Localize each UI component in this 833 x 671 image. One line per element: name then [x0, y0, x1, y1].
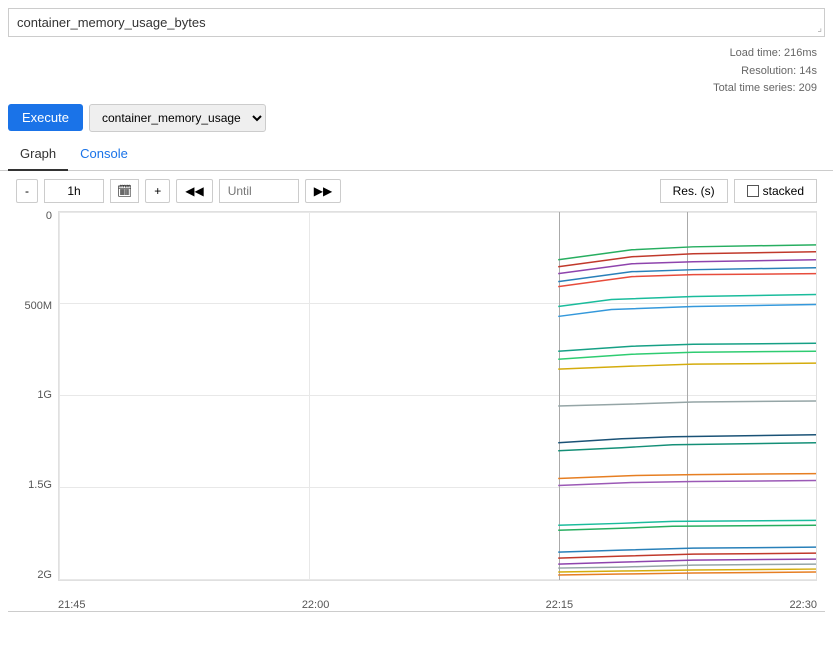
calendar-button[interactable]: 🗓 — [110, 179, 139, 203]
y-axis: 2G 1.5G 1G 500M 0 — [8, 211, 58, 581]
chart-area: 2G 1.5G 1G 500M 0 — [8, 211, 825, 611]
resolution-button[interactable]: Res. (s) — [660, 179, 728, 203]
y-label-500m: 500M — [24, 301, 52, 312]
stacked-icon — [747, 185, 759, 197]
grid-v-100 — [816, 212, 817, 580]
x-label-2215: 22:15 — [546, 599, 574, 611]
total-series: Total time series: 209 — [0, 80, 817, 98]
until-input[interactable] — [219, 179, 299, 203]
info-bar: Load time: 216ms Resolution: 14s Total t… — [0, 45, 833, 98]
resolution: Resolution: 14s — [0, 63, 817, 81]
execute-row: Execute container_memory_usage — [0, 98, 833, 138]
x-label-2145: 21:45 — [58, 599, 86, 611]
chart-svg — [59, 212, 816, 580]
x-label-2200: 22:00 — [302, 599, 330, 611]
query-input[interactable] — [17, 15, 816, 30]
x-axis: 21:45 22:00 22:15 22:30 — [58, 595, 817, 611]
y-label-0: 0 — [46, 211, 52, 222]
y-label-1g: 1G — [37, 390, 52, 401]
forward-button[interactable]: ▶▶ — [305, 179, 341, 203]
bottom-border — [8, 611, 825, 612]
metric-select[interactable]: container_memory_usage — [89, 104, 266, 132]
chart-inner — [58, 211, 817, 581]
tab-console[interactable]: Console — [68, 138, 140, 171]
x-label-2230: 22:30 — [789, 599, 817, 611]
back-button[interactable]: ◀◀ — [176, 179, 212, 203]
zoom-out-button[interactable]: - — [16, 179, 38, 203]
time-range-input[interactable] — [44, 179, 104, 203]
y-label-2g: 2G — [37, 570, 52, 581]
query-bar: ⌟ — [8, 8, 825, 37]
tab-graph[interactable]: Graph — [8, 138, 68, 171]
load-time: Load time: 216ms — [0, 45, 817, 63]
tabs-bar: Graph Console — [0, 138, 833, 171]
zoom-in-button[interactable]: + — [145, 179, 170, 203]
resize-handle: ⌟ — [817, 23, 822, 34]
graph-controls: - 🗓 + ◀◀ ▶▶ Res. (s) stacked — [0, 171, 833, 211]
stacked-button[interactable]: stacked — [734, 179, 817, 203]
execute-button[interactable]: Execute — [8, 104, 83, 131]
y-label-1-5g: 1.5G — [28, 480, 52, 491]
